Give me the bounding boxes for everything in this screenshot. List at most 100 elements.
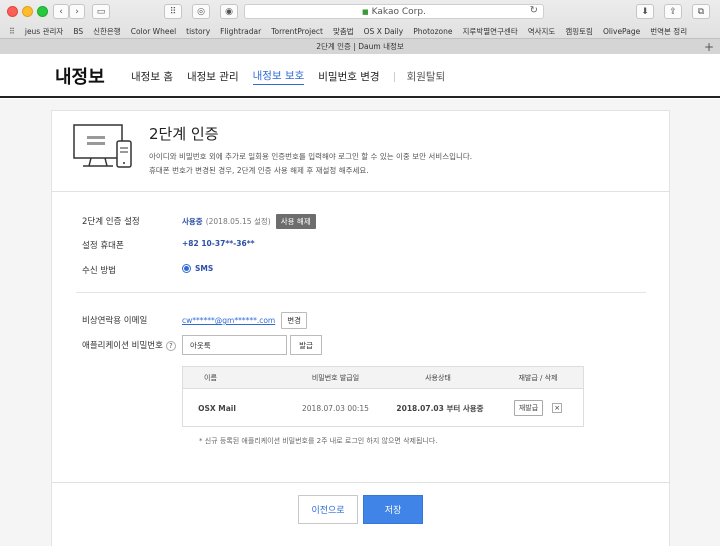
- auth-setting-value: 사용중 (2018.05.15 설정) 사용 해제: [182, 214, 316, 229]
- column-header-actions: 재발급 / 삭제: [518, 373, 558, 382]
- share-button[interactable]: ⇪: [664, 4, 682, 19]
- tab-bar: 2단계 인증 | Daum 내정보 +: [0, 38, 720, 54]
- site-logo[interactable]: 내정보: [55, 63, 105, 89]
- disable-auth-button[interactable]: 사용 해제: [275, 214, 316, 229]
- bookmark-item[interactable]: BS: [73, 27, 83, 36]
- title-bar: ‹ › ▭ ⠿ ◎ ◉ ■ Kakao Corp. ↻ ⬇ ⇪ ⧉: [0, 0, 720, 23]
- bookmark-item[interactable]: Color Wheel: [131, 27, 176, 36]
- nav-separator: [393, 71, 395, 82]
- downloads-button[interactable]: ⬇: [636, 4, 654, 19]
- phone-number: +82 10-37**-36**: [182, 239, 255, 248]
- forward-button[interactable]: ›: [69, 4, 85, 19]
- nav-protect[interactable]: 내정보 보호: [252, 68, 305, 85]
- download-icon: ⬇: [641, 6, 649, 17]
- bookmarks-grid-icon[interactable]: ⠿: [9, 27, 15, 36]
- bookmark-item[interactable]: jeus 관리자: [25, 26, 63, 37]
- chevron-right-icon: ›: [75, 6, 79, 17]
- nav-password-change[interactable]: 비밀번호 변경: [318, 69, 379, 84]
- email-value: cw******@gm******.com 변경: [182, 312, 308, 329]
- bookmark-item[interactable]: TorrentProject: [271, 27, 323, 36]
- column-header-status: 사용상태: [425, 373, 451, 382]
- bookmark-item[interactable]: 맞춤법: [333, 26, 354, 37]
- bookmark-item[interactable]: 신한은행: [93, 26, 121, 37]
- page-title: 2단계 인증: [149, 125, 219, 143]
- email-label: 비상연락용 이메일: [82, 316, 148, 326]
- app-name-cell: OSX Mail: [198, 403, 236, 413]
- auth-status: 사용중: [182, 217, 203, 226]
- bookmark-item[interactable]: OlivePage: [603, 27, 640, 36]
- app-name-input[interactable]: 아웃룩: [182, 335, 287, 355]
- new-tab-icon[interactable]: +: [704, 40, 714, 54]
- notice-text: * 신규 등록된 애플리케이션 비밀번호를 2주 내로 로그인 하지 않으면 삭…: [199, 437, 438, 445]
- actions-cell: 재발급 ×: [493, 389, 583, 427]
- save-button[interactable]: 저장: [363, 495, 423, 524]
- table-row: OSX Mail 2018.07.03 00:15 2018.07.03 부터 …: [183, 389, 583, 427]
- chevron-left-icon: ‹: [59, 6, 63, 17]
- url-text: Kakao Corp.: [371, 6, 426, 17]
- bookmark-item[interactable]: 캠핑토림: [565, 26, 593, 37]
- change-email-button[interactable]: 변경: [281, 312, 308, 329]
- tabs-icon: ⧉: [697, 6, 705, 17]
- apppw-label: 애플리케이션 비밀번호?: [82, 339, 176, 351]
- window-zoom-button[interactable]: [37, 6, 48, 17]
- phone-value: +82 10-37**-36**: [182, 239, 255, 248]
- bookmark-item[interactable]: Flightradar: [220, 27, 261, 36]
- window-close-button[interactable]: [7, 6, 18, 17]
- footer-divider: [52, 482, 669, 483]
- devices-icon: [73, 124, 132, 168]
- browser-chrome: ‹ › ▭ ⠿ ◎ ◉ ■ Kakao Corp. ↻ ⬇ ⇪ ⧉ ⠿ jeus…: [0, 0, 720, 54]
- table-header: 이름 비밀번호 발급일 사용상태 재발급 / 삭제: [183, 367, 583, 389]
- auth-date: (2018.05.15 설정): [205, 217, 271, 226]
- bookmark-item[interactable]: 번역본 정리: [650, 26, 687, 37]
- window-minimize-button[interactable]: [22, 6, 33, 17]
- bookmark-item[interactable]: Photozone: [413, 27, 452, 36]
- page-header: 내정보 내정보 홈 내정보 관리 내정보 보호 비밀번호 변경 회원탈퇴: [0, 54, 720, 98]
- back-button[interactable]: ‹: [53, 4, 69, 19]
- bookmark-item[interactable]: 지루박멸연구센타: [463, 26, 518, 37]
- method-value: SMS: [182, 264, 213, 273]
- main-nav: 내정보 홈 내정보 관리 내정보 보호 비밀번호 변경 회원탈퇴: [131, 68, 459, 85]
- email-address[interactable]: cw******@gm******.com: [182, 316, 275, 325]
- description-line-1: 아이디와 비밀번호 외에 추가로 일회용 인증번호를 입력해야 로그인 할 수 …: [149, 152, 473, 161]
- help-icon[interactable]: ?: [165, 340, 176, 351]
- issue-button[interactable]: 발급: [290, 335, 322, 355]
- method-label: 수신 방법: [82, 266, 116, 276]
- reload-icon[interactable]: ↻: [530, 5, 538, 16]
- lock-icon: ■: [362, 7, 369, 16]
- page-description: 아이디와 비밀번호 외에 추가로 일회용 인증번호를 입력해야 로그인 할 수 …: [149, 150, 472, 178]
- nav-manage[interactable]: 내정보 관리: [187, 69, 239, 84]
- two-step-card: 2단계 인증 아이디와 비밀번호 외에 추가로 일회용 인증번호를 입력해야 로…: [51, 110, 670, 546]
- delete-icon[interactable]: ×: [552, 403, 563, 413]
- section-divider: [76, 292, 646, 293]
- column-header-name: 이름: [204, 373, 217, 382]
- bookmark-item[interactable]: OS X Daily: [364, 27, 404, 36]
- tabs-overview-button[interactable]: ⧉: [692, 4, 710, 19]
- sidebar-button[interactable]: ▭: [92, 4, 110, 19]
- extension-icon: ◎: [197, 6, 205, 17]
- extension-button[interactable]: ◎: [192, 4, 210, 19]
- reissue-button[interactable]: 재발급: [513, 400, 544, 416]
- shield-button[interactable]: ◉: [220, 4, 238, 19]
- shield-icon: ◉: [225, 6, 233, 17]
- issue-date-cell: 2018.07.03 00:15: [302, 403, 369, 413]
- nav-withdraw[interactable]: 회원탈퇴: [407, 69, 446, 84]
- sidebar-icon: ▭: [96, 6, 106, 17]
- bookmark-item[interactable]: tistory: [186, 27, 210, 36]
- share-icon: ⇪: [669, 6, 677, 17]
- active-tab[interactable]: 2단계 인증 | Daum 내정보: [316, 41, 404, 52]
- description-line-2: 휴대폰 번호가 변경된 경우, 2단계 인증 사용 해제 후 재설정 해주세요.: [149, 166, 369, 175]
- status-cell: 2018.07.03 부터 사용중: [396, 403, 484, 413]
- intro-section: 2단계 인증 아이디와 비밀번호 외에 추가로 일회용 인증번호를 입력해야 로…: [52, 111, 669, 192]
- radio-dot: [184, 266, 189, 271]
- sms-radio[interactable]: [182, 264, 191, 273]
- apps-grid-button[interactable]: ⠿: [164, 4, 182, 19]
- apppw-label-text: 애플리케이션 비밀번호: [82, 341, 163, 351]
- address-bar[interactable]: ■ Kakao Corp. ↻: [244, 4, 544, 19]
- column-header-date: 비밀번호 발급일: [311, 373, 360, 382]
- app-password-table: 이름 비밀번호 발급일 사용상태 재발급 / 삭제 OSX Mail 2018.…: [182, 366, 584, 427]
- bookmark-item[interactable]: 역사지도: [528, 26, 556, 37]
- previous-button[interactable]: 이전으로: [298, 495, 358, 524]
- phone-label: 설정 휴대폰: [82, 241, 124, 251]
- bookmarks-bar: ⠿ jeus 관리자 BS 신한은행 Color Wheel tistory F…: [0, 24, 720, 38]
- nav-home[interactable]: 내정보 홈: [131, 69, 173, 84]
